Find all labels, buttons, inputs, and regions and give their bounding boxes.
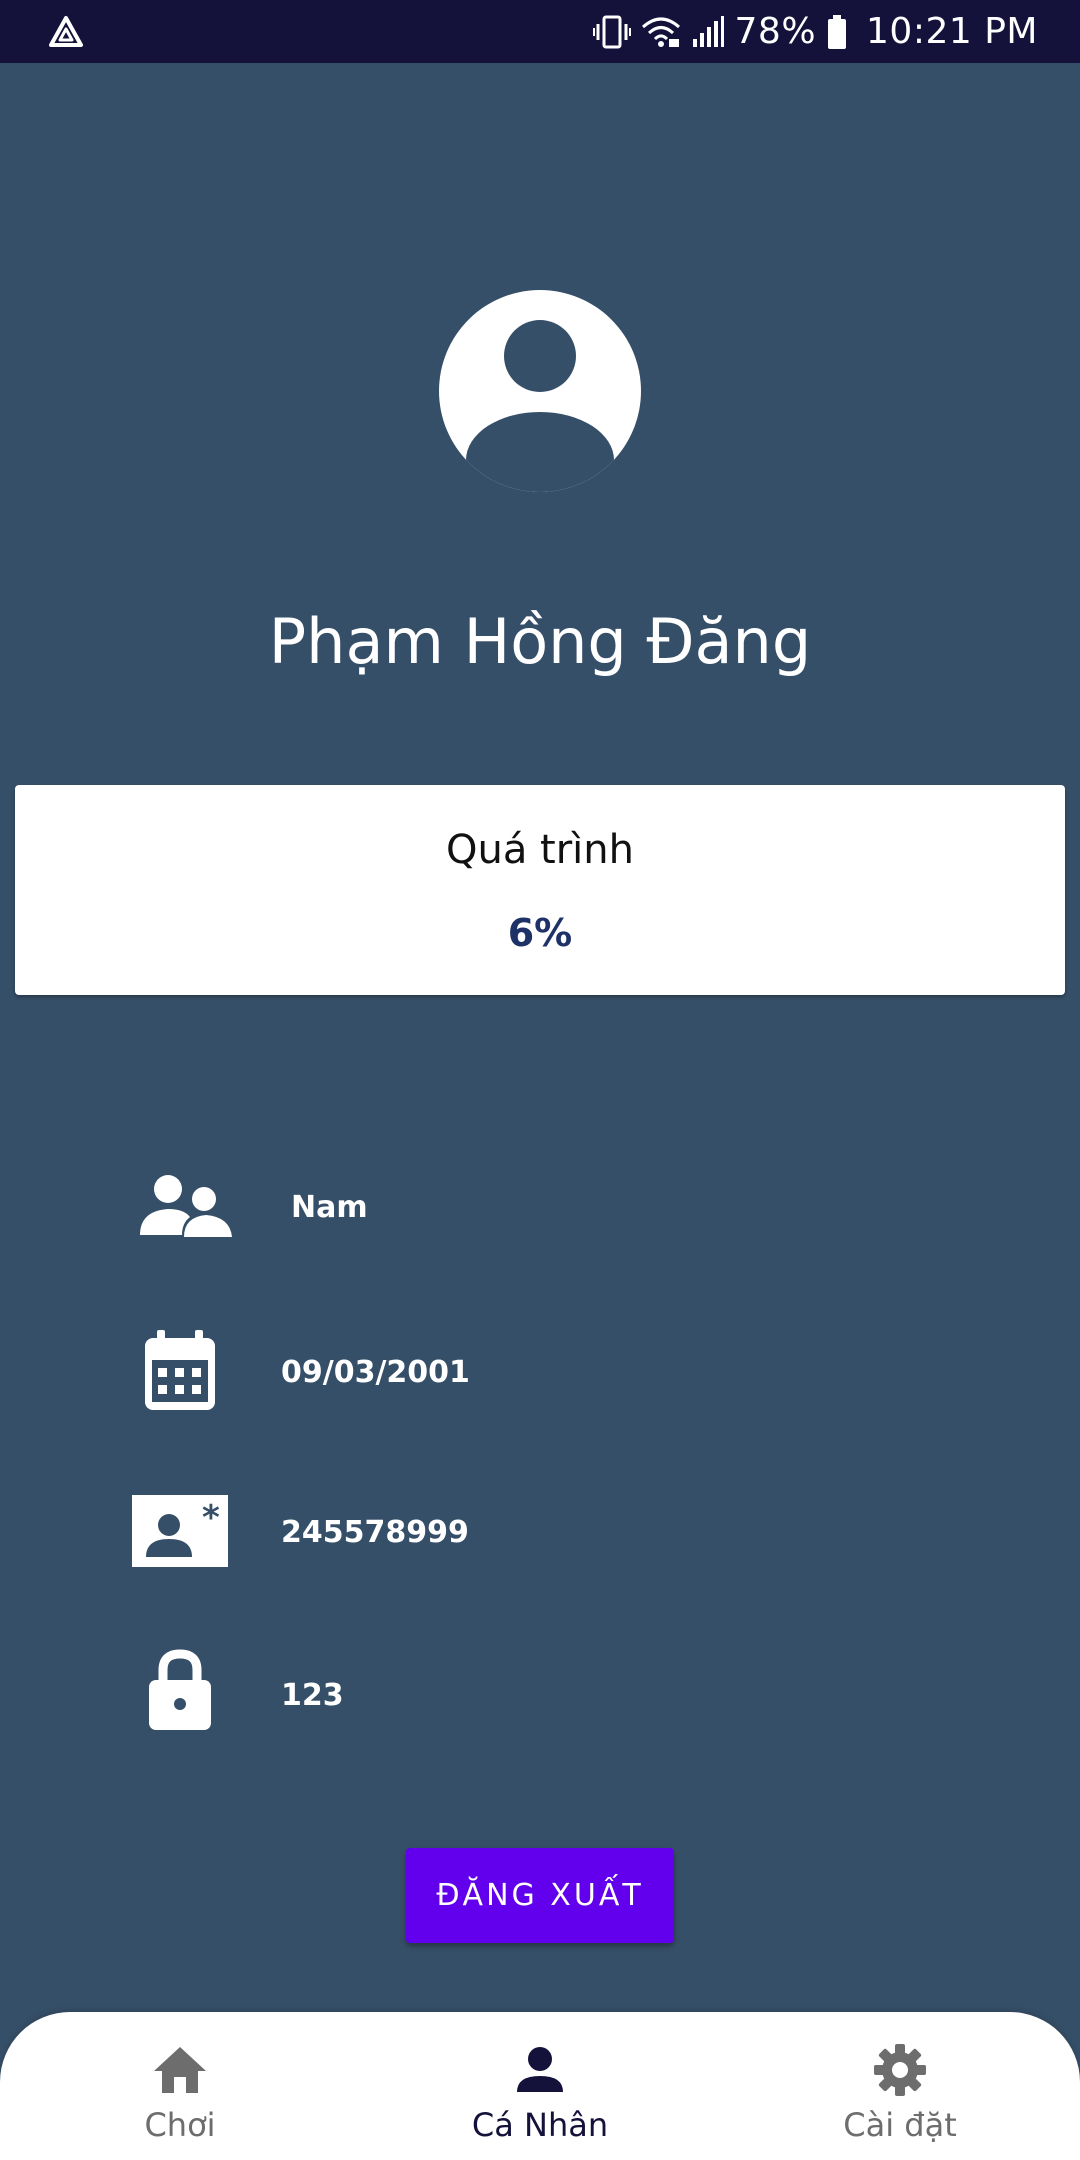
battery-percent: 78% — [734, 11, 817, 52]
account-circle-icon — [439, 290, 641, 492]
signal-icon — [692, 15, 724, 47]
id-card-icon: * — [132, 1495, 228, 1567]
user-name: Phạm Hồng Đăng — [268, 605, 812, 678]
people-icon — [140, 1175, 232, 1237]
calendar-icon — [145, 1330, 215, 1410]
bottom-navigation: Chơi Cá Nhân Cài đặt — [0, 2012, 1080, 2160]
nav-item-profile[interactable]: Cá Nhân — [390, 2012, 690, 2160]
progress-value: 6% — [507, 911, 573, 955]
nav-item-play[interactable]: Chơi — [30, 2012, 330, 2160]
password-value: 123 — [281, 1678, 344, 1713]
nav-label-profile: Cá Nhân — [471, 2106, 609, 2144]
gear-icon — [874, 2044, 926, 2096]
logout-button[interactable]: ĐĂNG XUẤT — [406, 1848, 674, 1943]
gender-value: Nam — [291, 1190, 368, 1225]
svg-text:*: * — [202, 1498, 220, 1538]
progress-card: Quá trình 6% — [15, 785, 1065, 995]
birthday-value: 09/03/2001 — [281, 1355, 470, 1390]
id-number-value: 245578999 — [281, 1515, 469, 1550]
clock: 10:21 PM — [866, 11, 1038, 52]
person-icon — [517, 2047, 563, 2092]
vibrate-icon — [592, 15, 631, 48]
lock-icon — [149, 1649, 211, 1730]
nav-item-settings[interactable]: Cài đặt — [750, 2012, 1050, 2160]
home-icon — [154, 2047, 206, 2093]
app-logo-icon — [49, 15, 83, 47]
battery-icon — [828, 14, 847, 49]
id-row: * 245578999 — [0, 1485, 1080, 1585]
wifi-icon — [641, 17, 680, 47]
nav-label-settings: Cài đặt — [843, 2106, 957, 2144]
nav-label-play: Chơi — [144, 2106, 216, 2144]
birthday-row: 09/03/2001 — [0, 1325, 1080, 1425]
status-bar: 78% 10:21 PM — [0, 0, 1080, 63]
password-row: 123 — [0, 1648, 1080, 1748]
progress-title: Quá trình — [445, 827, 634, 873]
gender-row: Nam — [0, 1160, 1080, 1260]
